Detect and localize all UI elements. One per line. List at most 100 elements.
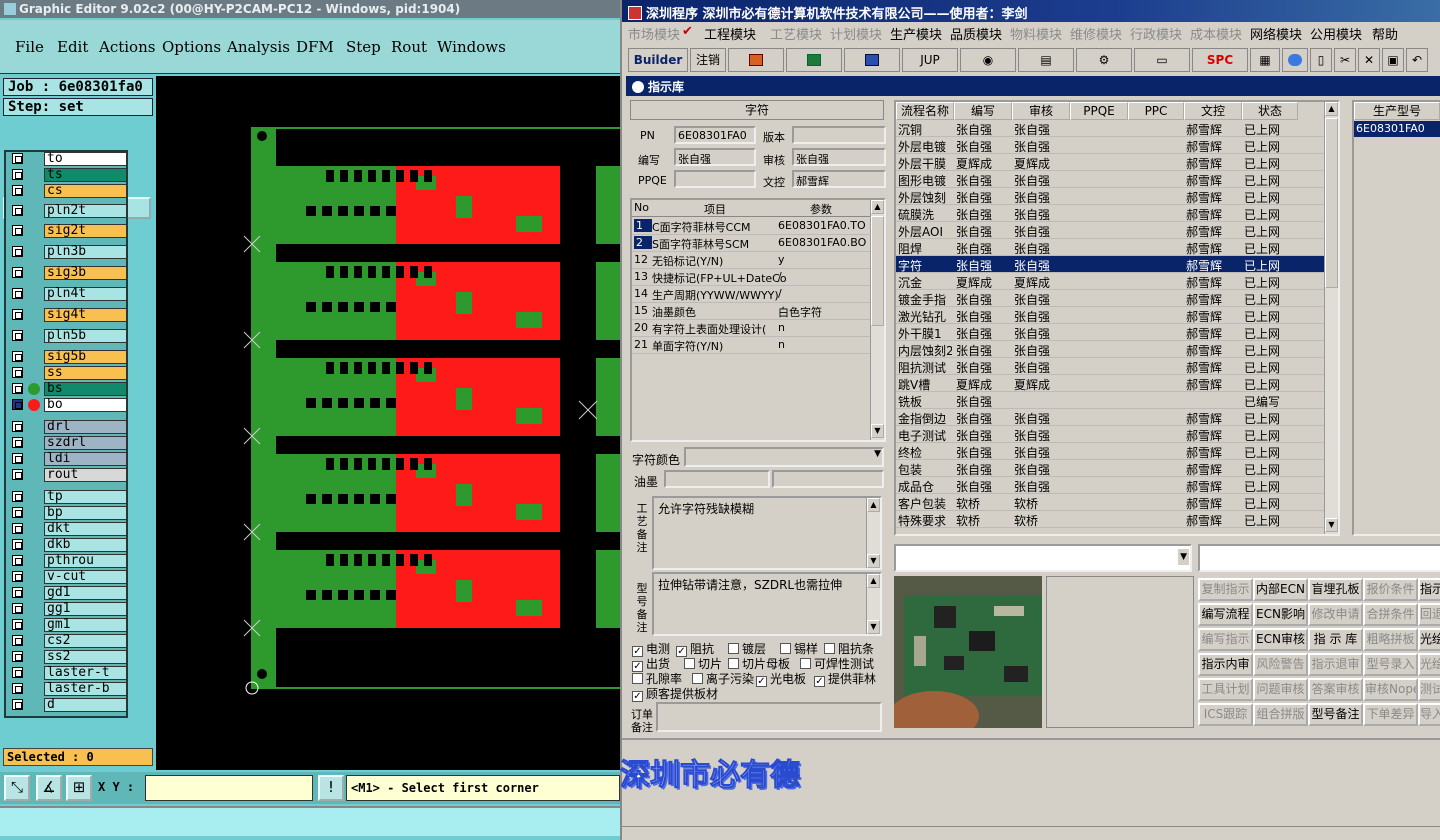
menu-dfm[interactable]: DFM: [296, 38, 334, 56]
review-field[interactable]: 张自强: [792, 148, 886, 166]
menu-rout[interactable]: Rout: [391, 38, 427, 56]
scroll-down-icon[interactable]: ▼: [867, 554, 880, 568]
layer-checkbox[interactable]: [12, 571, 23, 582]
layer-checkbox[interactable]: [12, 267, 23, 278]
flow-row[interactable]: 激光钻孔 张自强 张自强 郝雪辉 已上网: [896, 307, 1324, 324]
menu-actions[interactable]: Actions: [99, 38, 155, 56]
erp-menu-item[interactable]: 物料模块: [1010, 24, 1062, 43]
logout-button[interactable]: 注销: [690, 48, 726, 72]
erp-menu-item[interactable]: 工艺模块: [770, 24, 822, 43]
erp-menu-item[interactable]: 成本模块: [1190, 24, 1242, 43]
excel-icon[interactable]: [786, 48, 842, 72]
flow-row[interactable]: 沉铜 张自强 张自强 郝雪辉 已上网: [896, 120, 1324, 137]
layer-checkbox[interactable]: [12, 169, 23, 180]
zoom-fit-icon[interactable]: ⤡: [4, 775, 30, 801]
layer-checkbox[interactable]: [12, 619, 23, 630]
action-button[interactable]: ECN影响: [1253, 603, 1308, 626]
flow-row[interactable]: 外层蚀刻 张自强 张自强 郝雪辉 已上网: [896, 188, 1324, 205]
menu-options[interactable]: Options: [162, 38, 221, 56]
flow-row[interactable]: 金指倒边 张自强 张自强 郝雪辉 已上网: [896, 409, 1324, 426]
version-field[interactable]: [792, 126, 886, 144]
parameter-row[interactable]: 1 C面字符菲林号CCM 6E08301FA0.TO: [632, 218, 870, 235]
flow-row[interactable]: 沉金 夏辉成 夏辉成 郝雪辉 已上网: [896, 273, 1324, 290]
view-icon[interactable]: ◉: [960, 48, 1016, 72]
layer-checkbox[interactable]: [12, 351, 23, 362]
layer-checkbox[interactable]: [12, 507, 23, 518]
action-button[interactable]: ECN审核: [1253, 628, 1308, 651]
builder-button[interactable]: Builder: [628, 48, 688, 72]
layer-row-pln4t[interactable]: pln4t: [9, 287, 127, 301]
layer-checkbox[interactable]: [12, 153, 23, 164]
scroll-thumb[interactable]: [871, 216, 884, 326]
xy-input[interactable]: [145, 775, 313, 801]
flow-row[interactable]: 外干膜1 张自强 张自强 郝雪辉 已上网: [896, 324, 1324, 341]
flow-scrollbar[interactable]: ▲ ▼: [1324, 102, 1338, 534]
erp-menu-item[interactable]: 工程模块: [704, 24, 756, 43]
layer-row-gm1[interactable]: gm1: [9, 618, 127, 632]
cut-icon[interactable]: ✂: [1334, 48, 1356, 72]
layer-row-cs2[interactable]: cs2: [9, 634, 127, 648]
pn-field[interactable]: 6E08301FA0: [674, 126, 756, 144]
action-button[interactable]: 审核Nope: [1363, 678, 1418, 701]
flow-row[interactable]: 铣板 张自强 已编写: [896, 392, 1324, 409]
pcb-canvas[interactable]: [156, 76, 620, 770]
layer-row-pln3b[interactable]: pln3b: [9, 245, 127, 259]
layer-row-rout[interactable]: rout: [9, 468, 127, 482]
snap-grid-icon[interactable]: ⊞: [66, 775, 92, 801]
action-button[interactable]: 指 示 库: [1308, 628, 1363, 651]
layer-row-tp[interactable]: tp: [9, 490, 127, 504]
parameter-row[interactable]: 14 生产周期(YYWW/WWYY) /: [632, 286, 870, 303]
menu-step[interactable]: Step: [346, 38, 381, 56]
model-note-scrollbar[interactable]: ▲ ▼: [866, 574, 880, 634]
layer-row-dkb[interactable]: dkb: [9, 538, 127, 552]
parameter-scrollbar[interactable]: ▲ ▼: [870, 200, 884, 440]
erp-menu-item[interactable]: 帮助: [1372, 24, 1398, 43]
flow-row[interactable]: 阻抗测试 张自强 张自强 郝雪辉 已上网: [896, 358, 1324, 375]
option-checkbox[interactable]: ✓ 提供菲林: [814, 670, 876, 687]
layer-checkbox[interactable]: [12, 491, 23, 502]
layer-row-gg1[interactable]: gg1: [9, 602, 127, 616]
erp-menu-item[interactable]: 市场模块: [628, 24, 680, 43]
pcb-drawing[interactable]: [156, 76, 620, 770]
layer-checkbox[interactable]: [12, 523, 23, 534]
checkbox-box[interactable]: [684, 658, 695, 669]
layer-checkbox[interactable]: [12, 555, 23, 566]
jup-button[interactable]: JUP: [902, 48, 958, 72]
layer-row-drl[interactable]: drl: [9, 420, 127, 434]
action-button[interactable]: 指示退审: [1308, 653, 1363, 676]
layer-checkbox[interactable]: [12, 330, 23, 341]
checkmark-icon[interactable]: ✓: [756, 676, 767, 687]
layer-checkbox[interactable]: [12, 205, 23, 216]
word-icon[interactable]: [844, 48, 900, 72]
option-checkbox[interactable]: ✓ 顾客提供板材: [632, 685, 718, 702]
char-color-select[interactable]: ▼: [684, 447, 884, 467]
flow-row[interactable]: 镀金手指 张自强 张自强 郝雪辉 已上网: [896, 290, 1324, 307]
scroll-thumb[interactable]: [1325, 118, 1338, 288]
action-button[interactable]: 内部ECN: [1253, 578, 1308, 601]
layer-checkbox[interactable]: [12, 453, 23, 464]
layer-checkbox[interactable]: [12, 437, 23, 448]
erp-menu-item[interactable]: 公用模块: [1310, 24, 1362, 43]
scroll-down-icon[interactable]: ▼: [867, 620, 880, 634]
action-button[interactable]: 工具计划: [1198, 678, 1253, 701]
layer-row-sig2t[interactable]: sig2t: [9, 224, 127, 238]
action-button[interactable]: 指示内审: [1198, 653, 1253, 676]
flow-row[interactable]: 硫膜洗 张自强 张自强 郝雪辉 已上网: [896, 205, 1324, 222]
layer-row-cs[interactable]: cs: [9, 184, 127, 198]
checkmark-icon[interactable]: ✓: [814, 676, 825, 687]
layer-checkbox[interactable]: [12, 635, 23, 646]
ie-icon[interactable]: [1282, 48, 1308, 72]
doc-control-field[interactable]: 郝雪辉: [792, 170, 886, 188]
layer-row-ts[interactable]: ts: [9, 168, 127, 182]
action-button[interactable]: 光绘: [1418, 653, 1440, 676]
flow-row[interactable]: 电子测试 张自强 张自强 郝雪辉 已上网: [896, 426, 1324, 443]
scroll-up-icon[interactable]: ▲: [867, 574, 880, 588]
ink-field-2[interactable]: [772, 470, 884, 488]
scroll-down-icon[interactable]: ▼: [871, 424, 884, 438]
action-button[interactable]: 编写流程: [1198, 603, 1253, 626]
layer-checkbox[interactable]: [12, 421, 23, 432]
menu-windows[interactable]: Windows: [437, 38, 506, 56]
flow-row[interactable]: 跳V槽 夏辉成 夏辉成 郝雪辉 已上网: [896, 375, 1324, 392]
flow-col-header[interactable]: PPQE: [1070, 102, 1128, 120]
scroll-up-icon[interactable]: ▲: [1325, 102, 1338, 116]
